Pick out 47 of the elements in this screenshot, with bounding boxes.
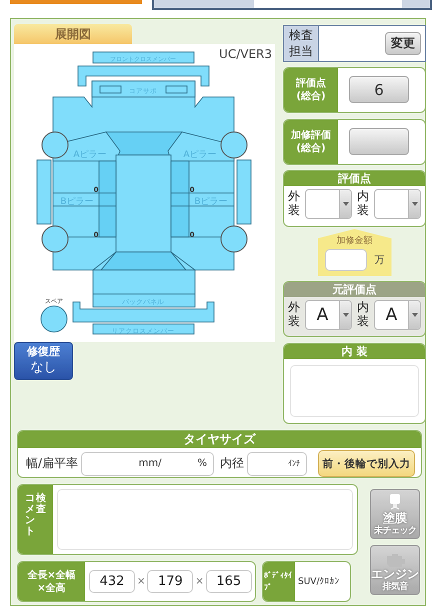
- width-ratio-label: 幅/扁平率: [26, 455, 78, 472]
- caret-icon: [412, 313, 418, 317]
- diameter-label: 内径: [220, 455, 244, 472]
- select-label: 外装: [288, 190, 300, 218]
- caret-icon: [342, 202, 348, 206]
- dimension-field[interactable]: 432: [89, 570, 135, 593]
- select-field[interactable]: A: [374, 300, 421, 330]
- repair-cost-field[interactable]: [324, 249, 366, 271]
- separate-input-button[interactable]: 前・後輪で別入力: [318, 450, 416, 477]
- repair-history-button[interactable]: 修復歴 なし: [14, 342, 73, 380]
- repair-score-button[interactable]: [349, 128, 409, 155]
- select-label: 内装: [357, 190, 369, 218]
- tire-size-header: タイヤサイズ: [18, 431, 421, 448]
- original-score-header: 元評価点: [284, 282, 425, 297]
- dimension-field[interactable]: 165: [206, 570, 252, 593]
- comment-label: コメント: [25, 493, 35, 539]
- body-type-value: SUV/ｸﾛｶﾝ: [298, 576, 340, 587]
- comment-label: 検査: [36, 493, 46, 517]
- dimension-field[interactable]: 179: [147, 570, 194, 593]
- dimensions-label: 全長×全幅: [27, 568, 76, 582]
- select-label: 内装: [357, 301, 369, 329]
- diameter-field[interactable]: ｲﾝﾁ: [247, 452, 308, 476]
- caret-icon: [412, 202, 418, 206]
- times-sign: ×: [137, 576, 146, 587]
- interior-text-area[interactable]: [290, 365, 419, 417]
- comment-text-area[interactable]: [57, 489, 353, 550]
- dimensions-label: ×全高: [37, 582, 66, 594]
- version-label: UC/VER3: [219, 47, 272, 61]
- score-button[interactable]: 6: [349, 76, 409, 103]
- times-sign: ×: [195, 576, 204, 587]
- repair-score-label: 加修評価 (総合): [284, 120, 338, 164]
- repair-cost-label: 加修金額: [336, 234, 372, 247]
- width-ratio-field[interactable]: mm/ %: [81, 452, 214, 476]
- select-field[interactable]: A: [305, 300, 352, 330]
- interior-header: 内 装: [284, 344, 425, 359]
- overall-score-label: 評価点 (総合): [284, 68, 338, 112]
- select-field[interactable]: [374, 189, 421, 219]
- unit-label: 万: [374, 254, 384, 267]
- diagram-tab[interactable]: 展開図: [14, 24, 132, 44]
- caret-icon: [342, 313, 348, 317]
- score-header: 評価点: [284, 171, 425, 186]
- change-button[interactable]: 変更: [385, 32, 421, 55]
- body-type-label: ﾎﾞﾃﾞｨﾀｲﾌﾟ: [264, 570, 293, 593]
- select-field[interactable]: [305, 189, 352, 219]
- inspector-label: 検査担当: [284, 26, 319, 61]
- select-label: 外装: [288, 301, 300, 329]
- spray-gun-icon: [387, 494, 403, 512]
